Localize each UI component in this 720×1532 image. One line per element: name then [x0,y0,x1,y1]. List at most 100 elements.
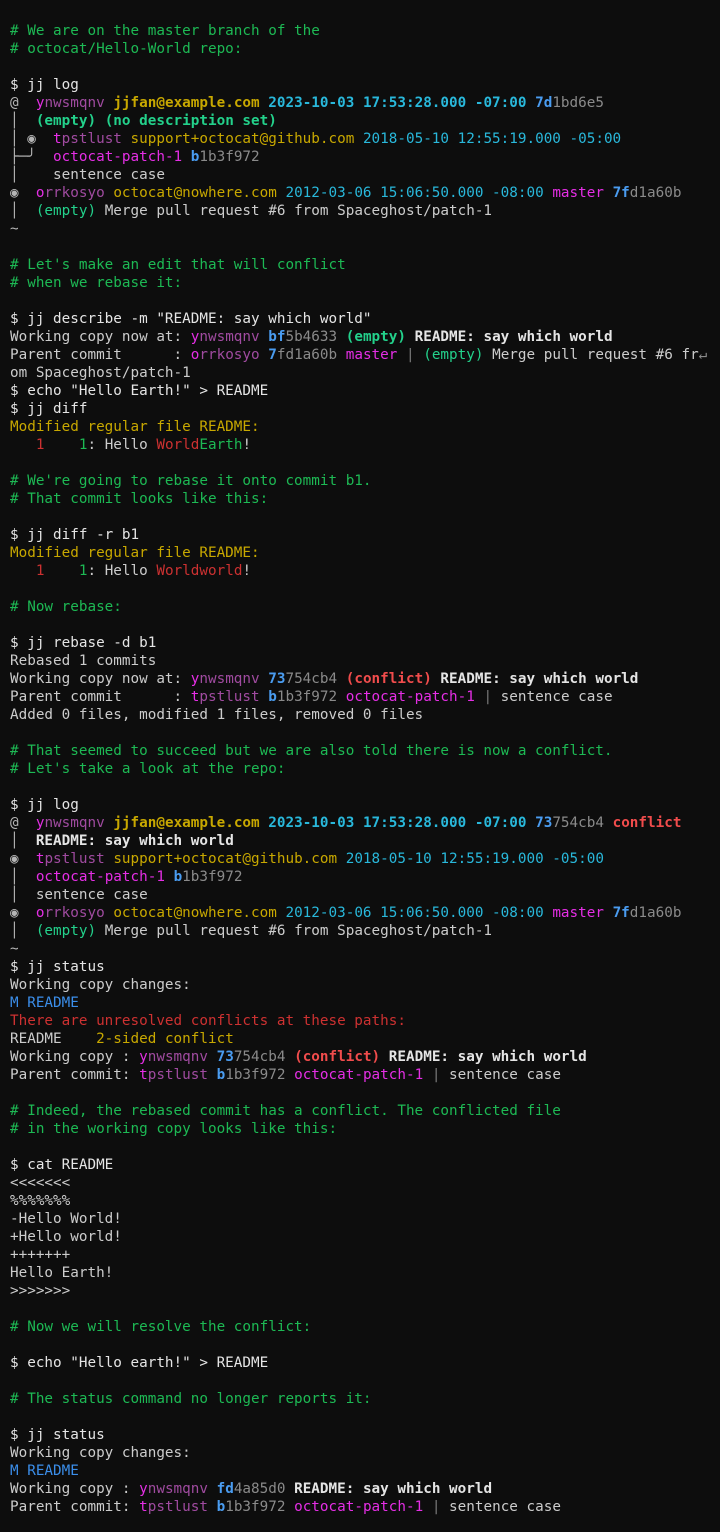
line-segment-lead: Modified regular file README: [10,545,260,561]
line-segment: 2012-03-06 15:06:50.000 -08:00 [285,185,544,201]
line-segment [19,95,36,111]
line-segment: conflict [612,815,682,831]
line-segment: 1b3f972 [225,1067,286,1083]
line-segment: nwsmqnv [199,329,260,345]
line-segment: t [139,1499,148,1515]
line-segment: 7f [612,905,630,921]
line-segment: pstlust [44,851,105,867]
line-segment [354,131,363,147]
line-segment: master [552,185,604,201]
line-segment-lead: M README [10,995,79,1011]
line-segment [260,347,269,363]
terminal-line-wc-line: Working copy now at: ynwsmqnv bf5b4633 (… [10,328,720,346]
terminal-line-parent-line: Parent commit: tpstlust b1b3f972 octocat… [10,1066,720,1084]
line-segment-lead: Working copy changes: [10,1445,191,1461]
line-segment [260,689,269,705]
line-segment: b [173,869,183,885]
line-segment: world [199,563,243,579]
line-segment: README: say which world [35,833,234,849]
terminal-line-command: $ cat README [10,1156,720,1174]
line-segment: README: say which world [440,671,639,687]
terminal-line-comment: # Now we will resolve the conflict: [10,1318,720,1336]
line-segment-lead: Added 0 files, modified 1 files, removed… [10,707,424,723]
line-segment: t [139,1067,148,1083]
line-segment-lead: $ jj diff [10,401,88,417]
line-segment: 1bd6e5 [552,95,604,111]
line-segment: : Hello [87,563,157,579]
graph-glyph: ◉ [27,131,36,147]
terminal-line-log-header: @ ynwsmqnv jjfan@example.com 2023-10-03 … [10,814,720,832]
line-segment: octocat-patch-1 [294,1499,424,1515]
line-segment-lead: $ echo "Hello Earth!" > README [10,383,269,399]
line-segment [208,1067,217,1083]
line-segment: (empty) [345,329,406,345]
line-segment [19,815,36,831]
line-segment: 7f [612,185,630,201]
line-segment: sentence case [440,1067,561,1083]
line-segment [604,905,613,921]
line-segment: rrkosyo [44,185,105,201]
terminal-line-wc-line: Working copy now at: ynwsmqnv 73754cb4 (… [10,670,720,688]
terminal-line-parent-line: Parent commit : orrkosyo 7fd1a60b master… [10,346,720,364]
line-segment-lead: There are unresolved conflicts at these … [10,1013,406,1029]
line-segment: sentence case [440,1499,561,1515]
line-segment-lead: Working copy : [10,1049,140,1065]
terminal-line-plain: Working copy changes: [10,1444,720,1462]
terminal-line-wc-line: Working copy : ynwsmqnv 73754cb4 (confli… [10,1048,720,1066]
line-segment [19,833,36,849]
line-segment-lead: Parent commit: [10,1067,140,1083]
terminal-line-error: There are unresolved conflicts at these … [10,1012,720,1030]
terminal-line-plain: Working copy changes: [10,976,720,994]
line-segment-lead: $ jj log [10,77,79,93]
line-segment: sentence case [492,689,613,705]
graph-glyph: ◉ [10,851,19,867]
line-segment [19,887,36,903]
line-segment: master [552,905,604,921]
line-segment-lead: # octocat/Hello-World repo: [10,41,243,57]
terminal-screen[interactable]: # We are on the master branch of the # oc… [0,0,720,1532]
line-segment: 7 [268,347,277,363]
line-segment: ! [242,563,252,579]
line-segment-lead: $ jj status [10,959,105,975]
line-segment-lead: +++++++ [10,1247,71,1263]
line-segment: nwsmqnv [44,95,105,111]
terminal-line-plain: %%%%%%% [10,1192,720,1210]
line-segment [527,95,536,111]
line-segment: 7d [535,95,553,111]
line-segment: README: say which world [414,329,613,345]
line-segment: y [139,1049,148,1065]
line-segment: Merge pull request #6 fr [483,347,699,363]
graph-glyph: │ [10,923,19,939]
line-segment [19,203,36,219]
terminal-line-diff-line: 1 1: Hello WorldEarth! [10,436,720,454]
line-segment: nwsmqnv [44,815,105,831]
terminal-line-log-desc: │ sentence case [10,886,720,904]
line-segment-lead: 1 [10,563,45,579]
line-segment-lead: Working copy changes: [10,977,191,993]
line-segment: @example.com [156,815,260,831]
line-segment: jjfan [113,815,157,831]
terminal-line-command: $ echo "Hello Earth!" > README [10,382,720,400]
terminal-line-command: $ jj diff -r b1 [10,526,720,544]
line-segment: 2012-03-06 15:06:50.000 -08:00 [285,905,544,921]
terminal-line-log-header: │ ◉ tpstlust support+octocat@github.com … [10,130,720,148]
terminal-line-plain: Hello Earth! [10,1264,720,1282]
line-segment-lead: <<<<<<< [10,1175,71,1191]
line-segment: (empty) [423,347,484,363]
line-segment: 2018-05-10 12:55:19.000 -05:00 [362,131,622,147]
line-segment [182,149,191,165]
line-segment: d1a60b [629,905,682,921]
line-segment: World [156,437,200,453]
line-segment-lead: %%%%%%% [10,1193,71,1209]
line-segment [337,689,346,705]
terminal-line-log-header: ◉ tpstlust support+octocat@github.com 20… [10,850,720,868]
line-segment-lead: # That seemed to succeed but we are also… [10,743,613,759]
terminal-line-diff-header: Modified regular file README: [10,544,720,562]
line-segment [19,905,36,921]
line-segment-lead: # in the working copy looks like this: [10,1121,338,1137]
line-segment [406,329,415,345]
